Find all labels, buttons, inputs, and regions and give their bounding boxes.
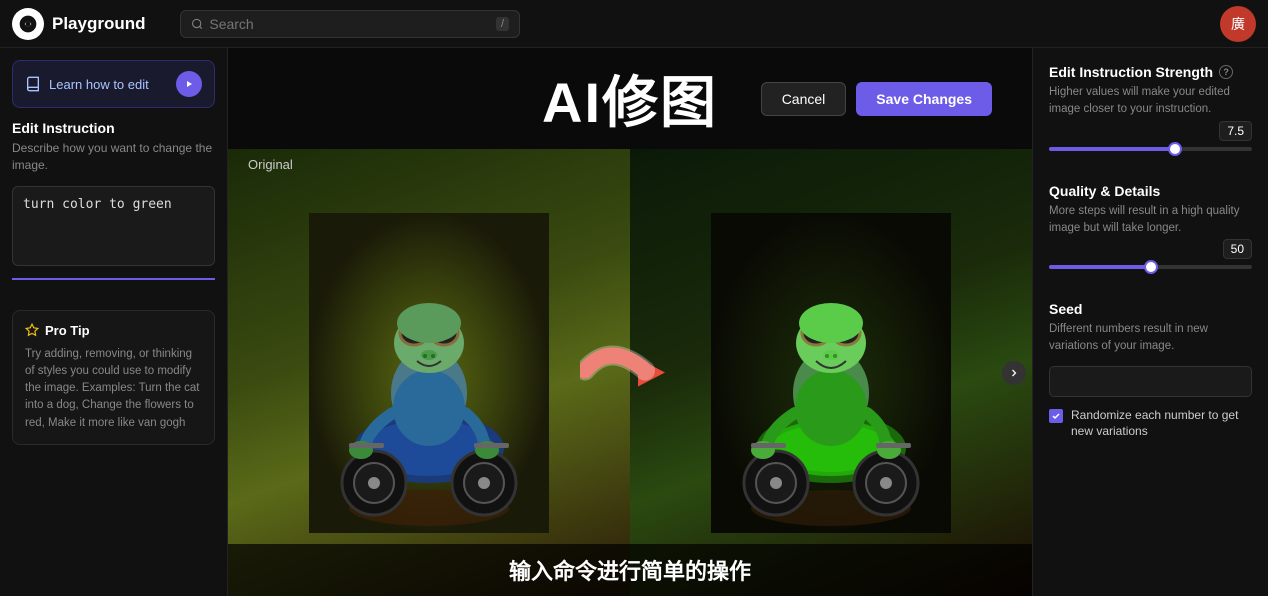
quality-slider-fill	[1049, 265, 1151, 269]
ai-title: AI修图	[542, 58, 718, 139]
quality-title: Quality & Details	[1049, 183, 1252, 199]
learn-btn-left: Learn how to edit	[25, 76, 149, 92]
chevron-right-button[interactable]	[1002, 361, 1026, 385]
frog-green-svg	[711, 213, 951, 533]
quality-section: Quality & Details More steps will result…	[1049, 183, 1252, 282]
main: Learn how to edit Edit Instruction Descr…	[0, 48, 1268, 596]
cursor-area	[12, 278, 215, 298]
frog-scene: 输入命令进行简单的操作	[228, 149, 1032, 596]
logo-area: Playground	[12, 8, 172, 40]
subtitle-text: 输入命令进行简单的操作	[509, 559, 751, 584]
strength-title: Edit Instruction Strength ?	[1049, 64, 1252, 80]
strength-slider[interactable]	[1049, 147, 1252, 151]
image-area: Original	[228, 149, 1032, 596]
strength-info-icon[interactable]: ?	[1219, 65, 1233, 79]
strength-value: 7.5	[1219, 121, 1252, 141]
quality-desc: More steps will result in a high quality…	[1049, 203, 1252, 238]
frog-right-panel	[630, 149, 1032, 596]
seed-input[interactable]	[1049, 366, 1252, 397]
save-changes-button[interactable]: Save Changes	[856, 82, 992, 116]
edit-instruction-section: Edit Instruction Describe how you want t…	[12, 120, 215, 174]
top-actions: Cancel Save Changes	[761, 82, 992, 116]
search-input[interactable]	[209, 16, 490, 32]
strength-slider-thumb[interactable]	[1168, 142, 1182, 156]
pro-tip-label: Pro Tip	[45, 323, 90, 338]
search-bar[interactable]: /	[180, 10, 520, 38]
search-shortcut: /	[496, 17, 509, 31]
star-icon	[25, 323, 39, 337]
play-button[interactable]	[176, 71, 202, 97]
logo-text: Playground	[52, 14, 146, 34]
chevron-right-icon	[1008, 367, 1020, 379]
center-top: AI修图 Cancel Save Changes	[228, 48, 1032, 149]
learn-btn-label: Learn how to edit	[49, 77, 149, 92]
pro-tip-text: Try adding, removing, or thinking of sty…	[25, 346, 202, 432]
edit-instruction-desc: Describe how you want to change the imag…	[12, 140, 215, 174]
original-label: Original	[248, 157, 293, 172]
frog-blue-svg	[309, 213, 549, 533]
randomize-label: Randomize each number to get new variati…	[1071, 407, 1252, 441]
search-icon	[191, 17, 203, 31]
cancel-button[interactable]: Cancel	[761, 82, 847, 116]
logo-icon	[12, 8, 44, 40]
learn-how-to-edit-button[interactable]: Learn how to edit	[12, 60, 215, 108]
seed-desc: Different numbers result in new variatio…	[1049, 321, 1252, 356]
seed-section: Seed Different numbers result in new var…	[1049, 301, 1252, 440]
seed-title: Seed	[1049, 301, 1252, 317]
strength-desc: Higher values will make your edited imag…	[1049, 84, 1252, 119]
frog-left-panel	[228, 149, 630, 596]
sidebar: Learn how to edit Edit Instruction Descr…	[0, 48, 228, 596]
pro-tip-box: Pro Tip Try adding, removing, or thinkin…	[12, 310, 215, 445]
checkmark-icon	[1051, 411, 1061, 421]
strength-slider-fill	[1049, 147, 1175, 151]
right-panel: Edit Instruction Strength ? Higher value…	[1032, 48, 1268, 596]
play-icon	[184, 79, 194, 89]
center-panel: AI修图 Cancel Save Changes Original	[228, 48, 1032, 596]
randomize-checkbox[interactable]	[1049, 409, 1063, 423]
header: Playground / 廣	[0, 0, 1268, 48]
book-icon	[25, 76, 41, 92]
avatar[interactable]: 廣	[1220, 6, 1256, 42]
quality-value: 50	[1223, 239, 1252, 259]
randomize-row: Randomize each number to get new variati…	[1049, 407, 1252, 441]
quality-slider-thumb[interactable]	[1144, 260, 1158, 274]
strength-section: Edit Instruction Strength ? Higher value…	[1049, 64, 1252, 163]
instruction-textarea[interactable]: turn color to green	[12, 186, 215, 266]
subtitle-bar: 输入命令进行简单的操作	[228, 544, 1032, 596]
quality-slider[interactable]	[1049, 265, 1252, 269]
edit-instruction-title: Edit Instruction	[12, 120, 215, 136]
pro-tip-title: Pro Tip	[25, 323, 202, 338]
